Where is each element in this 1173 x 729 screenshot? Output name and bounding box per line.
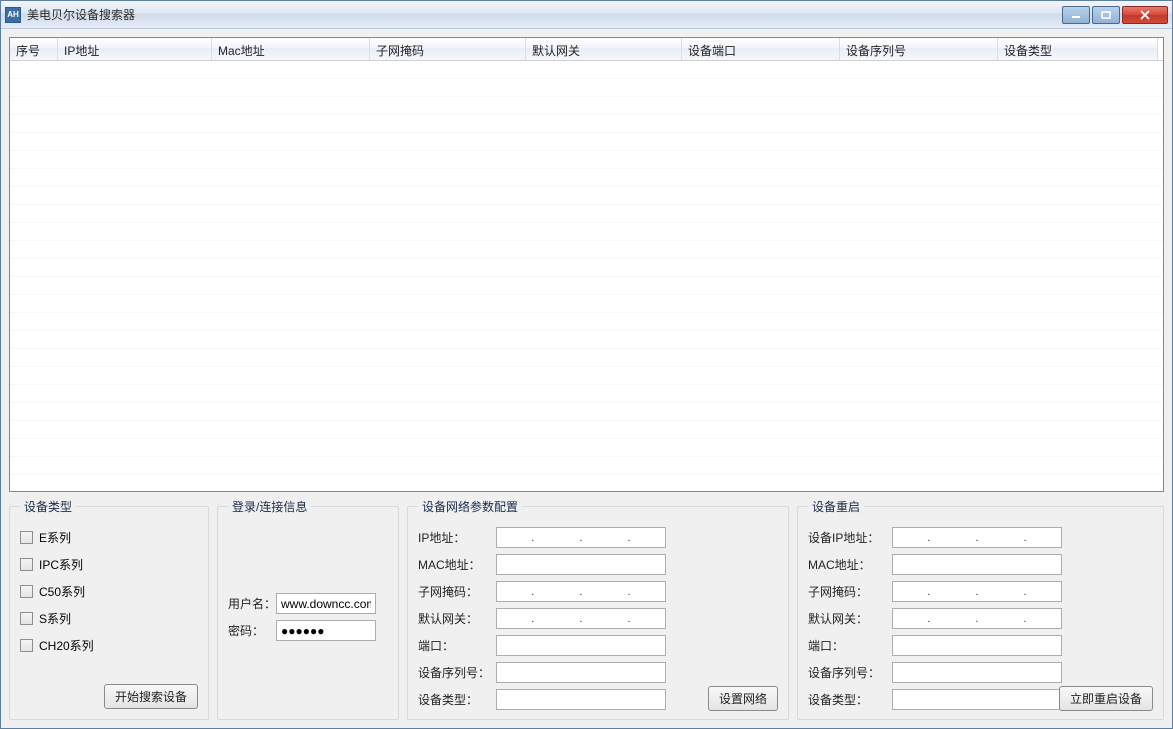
device-type-legend: 设备类型 bbox=[20, 498, 76, 515]
window-controls bbox=[1062, 6, 1168, 24]
ip-input[interactable]: ... bbox=[496, 581, 666, 602]
field-label: 子网掩码： bbox=[418, 583, 490, 600]
close-button[interactable] bbox=[1122, 6, 1168, 24]
form-row: 设备序列号： bbox=[418, 662, 778, 683]
text-input[interactable] bbox=[892, 554, 1062, 575]
username-label: 用户名： bbox=[228, 595, 270, 612]
device-type-option[interactable]: S系列 bbox=[20, 610, 198, 627]
table-header: 序号IP地址Mac地址子网掩码默认网关设备端口设备序列号设备类型 bbox=[10, 38, 1163, 61]
text-input[interactable] bbox=[496, 554, 666, 575]
field-label: 设备序列号： bbox=[418, 664, 490, 681]
ip-input[interactable]: ... bbox=[496, 527, 666, 548]
form-row: 端口： bbox=[418, 635, 778, 656]
form-row: IP地址：... bbox=[418, 527, 778, 548]
checkbox-icon[interactable] bbox=[20, 585, 33, 598]
device-type-label: IPC系列 bbox=[39, 556, 83, 573]
username-input[interactable] bbox=[276, 593, 376, 614]
text-input[interactable] bbox=[892, 635, 1062, 656]
device-type-label: E系列 bbox=[39, 529, 71, 546]
field-label: 设备类型： bbox=[418, 691, 490, 708]
checkbox-icon[interactable] bbox=[20, 558, 33, 571]
text-input[interactable] bbox=[496, 689, 666, 710]
text-input[interactable] bbox=[496, 635, 666, 656]
field-label: 端口： bbox=[418, 637, 490, 654]
checkbox-icon[interactable] bbox=[20, 531, 33, 544]
set-network-button[interactable]: 设置网络 bbox=[708, 686, 778, 711]
maximize-button[interactable] bbox=[1092, 6, 1120, 24]
device-type-panel: 设备类型 E系列 IPC系列 C50系列 S系列 CH20系列 开始搜索设备 bbox=[9, 498, 209, 720]
device-type-option[interactable]: E系列 bbox=[20, 529, 198, 546]
device-type-label: S系列 bbox=[39, 610, 71, 627]
client-area: 序号IP地址Mac地址子网掩码默认网关设备端口设备序列号设备类型 设备类型 E系… bbox=[1, 29, 1172, 728]
device-type-label: CH20系列 bbox=[39, 637, 94, 654]
ip-input[interactable]: ... bbox=[892, 581, 1062, 602]
column-header[interactable]: 设备端口 bbox=[682, 38, 840, 60]
column-header[interactable]: 子网掩码 bbox=[370, 38, 526, 60]
checkbox-icon[interactable] bbox=[20, 612, 33, 625]
ip-input[interactable]: ... bbox=[496, 608, 666, 629]
bottom-panels: 设备类型 E系列 IPC系列 C50系列 S系列 CH20系列 开始搜索设备 登录/连接… bbox=[9, 498, 1164, 720]
field-label: IP地址： bbox=[418, 529, 490, 546]
column-header[interactable]: IP地址 bbox=[58, 38, 212, 60]
titlebar[interactable]: AH 美电贝尔设备搜索器 bbox=[1, 1, 1172, 29]
field-label: 默认网关： bbox=[808, 610, 886, 627]
device-type-option[interactable]: C50系列 bbox=[20, 583, 198, 600]
form-row: 默认网关：... bbox=[418, 608, 778, 629]
column-header[interactable]: Mac地址 bbox=[212, 38, 370, 60]
device-restart-legend: 设备重启 bbox=[808, 498, 864, 515]
text-input[interactable] bbox=[892, 689, 1062, 710]
checkbox-icon[interactable] bbox=[20, 639, 33, 652]
network-config-legend: 设备网络参数配置 bbox=[418, 498, 522, 515]
form-row: MAC地址： bbox=[418, 554, 778, 575]
device-type-list: E系列 IPC系列 C50系列 S系列 CH20系列 bbox=[20, 529, 198, 654]
field-label: 设备序列号： bbox=[808, 664, 886, 681]
device-type-label: C50系列 bbox=[39, 583, 85, 600]
restart-device-button[interactable]: 立即重启设备 bbox=[1059, 686, 1153, 711]
ip-input[interactable]: ... bbox=[892, 527, 1062, 548]
field-label: 设备IP地址： bbox=[808, 529, 886, 546]
field-label: MAC地址： bbox=[418, 556, 490, 573]
app-window: AH 美电贝尔设备搜索器 序号IP地址Mac地址子网掩码默认网关设备端口设备序列… bbox=[0, 0, 1173, 729]
field-label: MAC地址： bbox=[808, 556, 886, 573]
login-legend: 登录/连接信息 bbox=[228, 498, 311, 515]
text-input[interactable] bbox=[892, 662, 1062, 683]
ip-input[interactable]: ... bbox=[892, 608, 1062, 629]
minimize-button[interactable] bbox=[1062, 6, 1090, 24]
form-row: 默认网关：... bbox=[808, 608, 1153, 629]
column-header[interactable]: 默认网关 bbox=[526, 38, 682, 60]
field-label: 子网掩码： bbox=[808, 583, 886, 600]
field-label: 设备类型： bbox=[808, 691, 886, 708]
form-row: 子网掩码：... bbox=[418, 581, 778, 602]
field-label: 端口： bbox=[808, 637, 886, 654]
password-label: 密码： bbox=[228, 622, 270, 639]
device-table: 序号IP地址Mac地址子网掩码默认网关设备端口设备序列号设备类型 bbox=[9, 37, 1164, 492]
text-input[interactable] bbox=[496, 662, 666, 683]
column-header[interactable]: 序号 bbox=[10, 38, 58, 60]
column-header[interactable]: 设备类型 bbox=[998, 38, 1158, 60]
device-type-option[interactable]: CH20系列 bbox=[20, 637, 198, 654]
window-title: 美电贝尔设备搜索器 bbox=[27, 6, 135, 23]
form-row: MAC地址： bbox=[808, 554, 1153, 575]
network-config-panel: 设备网络参数配置 IP地址：...MAC地址：子网掩码：...默认网关：...端… bbox=[407, 498, 789, 720]
app-icon: AH bbox=[5, 7, 21, 23]
table-body[interactable] bbox=[10, 61, 1163, 491]
device-type-option[interactable]: IPC系列 bbox=[20, 556, 198, 573]
search-devices-button[interactable]: 开始搜索设备 bbox=[104, 684, 198, 709]
form-row: 设备序列号： bbox=[808, 662, 1153, 683]
form-row: 设备IP地址：... bbox=[808, 527, 1153, 548]
field-label: 默认网关： bbox=[418, 610, 490, 627]
form-row: 端口： bbox=[808, 635, 1153, 656]
device-restart-panel: 设备重启 设备IP地址：...MAC地址：子网掩码：...默认网关：...端口：… bbox=[797, 498, 1164, 720]
column-header[interactable]: 设备序列号 bbox=[840, 38, 998, 60]
password-input[interactable] bbox=[276, 620, 376, 641]
login-panel: 登录/连接信息 用户名： 密码： bbox=[217, 498, 399, 720]
form-row: 子网掩码：... bbox=[808, 581, 1153, 602]
